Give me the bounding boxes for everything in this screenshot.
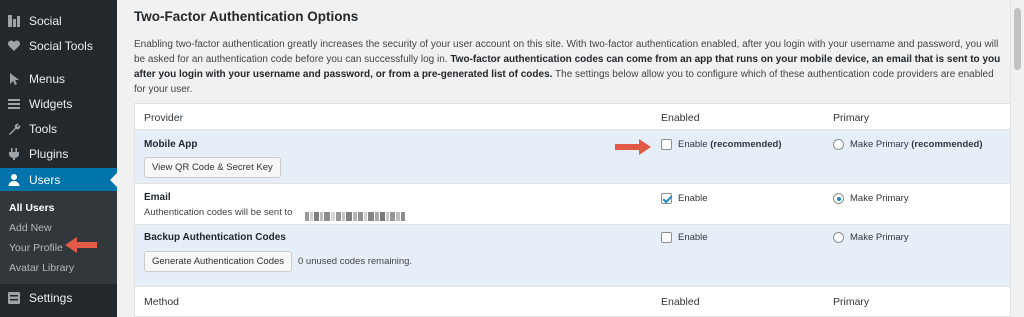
view-qr-code-button[interactable]: View QR Code & Secret Key xyxy=(144,157,281,178)
provider-row-email: Email Authentication codes will be sent … xyxy=(135,183,1013,224)
user-icon xyxy=(7,173,21,187)
provider-name: Backup Authentication Codes xyxy=(144,232,286,243)
scrollbar-thumb[interactable] xyxy=(1014,8,1021,70)
cursor-icon xyxy=(7,72,21,86)
primary-label: Make Primary xyxy=(850,232,909,243)
table-footer: Method Enabled Primary xyxy=(135,286,1013,317)
generate-codes-button[interactable]: Generate Authentication Codes xyxy=(144,251,293,272)
submenu-add-new[interactable]: Add New xyxy=(9,222,52,234)
plug-icon xyxy=(7,147,21,161)
enable-label: Enable xyxy=(678,232,708,243)
sidebar-item-tools[interactable]: Tools xyxy=(0,119,117,139)
sidebar-item-label: Tools xyxy=(29,122,58,136)
heart-icon xyxy=(7,39,21,53)
sidebar-item-users[interactable]: Users xyxy=(0,168,117,191)
primary-label: Make Primary xyxy=(850,193,909,204)
page-title: Two-Factor Authentication Options xyxy=(134,9,359,24)
sidebar-item-settings[interactable]: Settings xyxy=(0,288,117,308)
footer-primary: Primary xyxy=(833,296,870,308)
footer-enabled: Enabled xyxy=(661,296,700,308)
sidebar-item-label: Social Tools xyxy=(29,39,93,53)
pointer-arrow-icon xyxy=(65,237,97,253)
scrollbar[interactable] xyxy=(1010,0,1024,317)
sidebar-item-label: Menus xyxy=(29,72,66,86)
admin-sidebar: Social Social Tools Menus Widgets Tools … xyxy=(0,0,117,317)
sidebar-item-label: Users xyxy=(29,172,61,187)
sidebar-item-social[interactable]: Social xyxy=(0,11,117,31)
primary-mobile-app-radio[interactable] xyxy=(833,139,844,150)
primary-label: Make Primary (recommended) xyxy=(850,139,983,150)
header-primary: Primary xyxy=(833,112,870,124)
sliders-icon xyxy=(7,291,21,305)
primary-email-radio[interactable] xyxy=(833,193,844,204)
sidebar-item-label: Widgets xyxy=(29,97,73,111)
sidebar-item-social-tools[interactable]: Social Tools xyxy=(0,36,117,56)
submenu-your-profile[interactable]: Your Profile xyxy=(9,242,63,254)
footer-method: Method xyxy=(144,296,180,308)
email-description: Authentication codes will be sent to xyxy=(144,207,293,218)
wrench-icon xyxy=(7,122,21,136)
enable-label: Enable (recommended) xyxy=(678,139,782,150)
redacted-email xyxy=(305,208,406,221)
enable-backup-codes-checkbox[interactable] xyxy=(661,232,672,243)
header-enabled: Enabled xyxy=(661,112,700,124)
provider-row-backup-codes: Backup Authentication Codes Generate Aut… xyxy=(135,224,1013,286)
users-submenu: All Users Add New Your Profile Avatar Li… xyxy=(0,191,117,284)
submenu-all-users[interactable]: All Users xyxy=(9,202,55,214)
header-provider: Provider xyxy=(144,112,184,124)
providers-table: Provider Enabled Primary Mobile App View… xyxy=(134,103,1014,317)
enable-email-checkbox[interactable] xyxy=(661,193,672,204)
pointer-arrow-icon xyxy=(615,139,651,155)
sidebar-item-label: Plugins xyxy=(29,147,69,161)
social-icon xyxy=(7,14,21,28)
sidebar-item-widgets[interactable]: Widgets xyxy=(0,94,117,114)
provider-name: Email xyxy=(144,192,171,203)
primary-backup-codes-radio[interactable] xyxy=(833,232,844,243)
list-icon xyxy=(7,97,21,111)
sidebar-item-plugins[interactable]: Plugins xyxy=(0,144,117,164)
sidebar-item-label: Settings xyxy=(29,291,73,305)
unused-codes-count: 0 unused codes remaining. xyxy=(298,256,413,267)
enable-label: Enable xyxy=(678,193,708,204)
main-content: Two-Factor Authentication Options Enabli… xyxy=(117,0,1024,317)
sidebar-item-menus[interactable]: Menus xyxy=(0,69,117,89)
provider-name: Mobile App xyxy=(144,139,198,150)
enable-mobile-app-checkbox[interactable] xyxy=(661,139,672,150)
sidebar-item-label: Social xyxy=(29,14,62,28)
provider-row-mobile-app: Mobile App View QR Code & Secret Key Ena… xyxy=(135,129,1013,183)
submenu-avatar-library[interactable]: Avatar Library xyxy=(9,262,74,274)
description: Enabling two-factor authentication great… xyxy=(134,37,1004,97)
